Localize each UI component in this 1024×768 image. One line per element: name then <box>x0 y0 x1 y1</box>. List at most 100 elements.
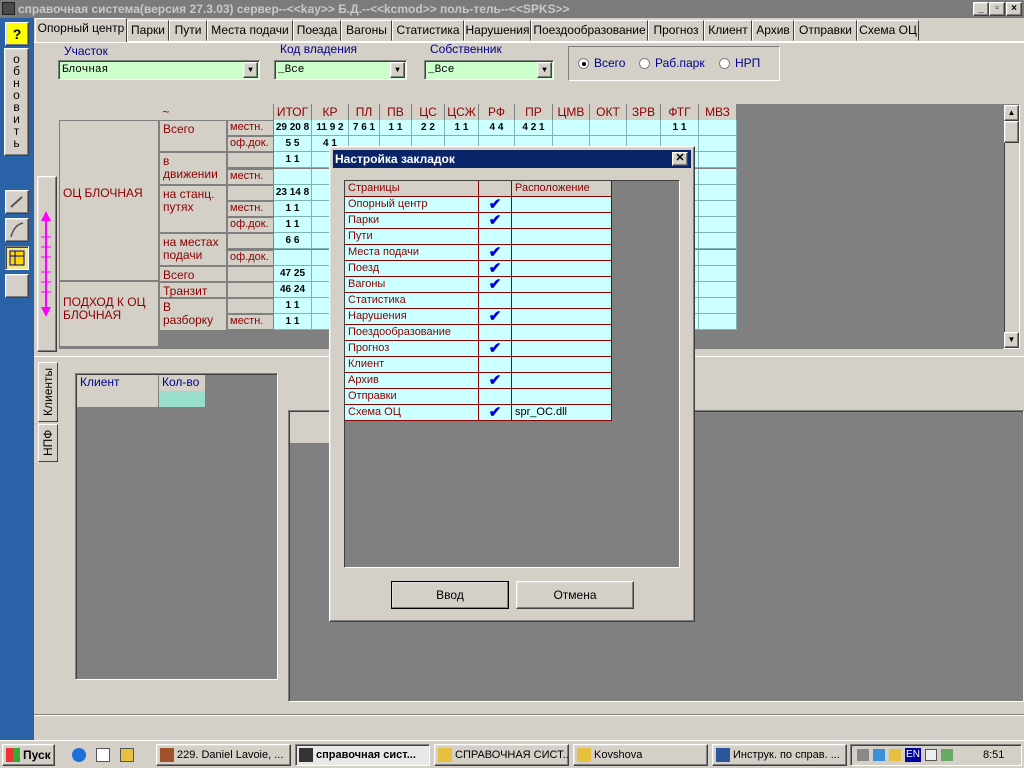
visible-checkbox[interactable]: ✔ <box>479 405 512 421</box>
table-cell[interactable] <box>699 168 737 185</box>
visible-checkbox[interactable]: ✔ <box>479 277 512 293</box>
chevron-down-icon[interactable]: ▼ <box>537 62 552 78</box>
radio-workpark[interactable] <box>639 58 650 69</box>
table-cell[interactable] <box>699 184 737 201</box>
volume-icon[interactable] <box>857 749 869 761</box>
language-indicator[interactable]: EN <box>905 748 921 762</box>
tab-otpravki[interactable]: Отправки <box>794 20 857 41</box>
tab-opornyi-centr[interactable]: Опорный центр <box>35 18 127 42</box>
vertical-splitter-handle[interactable] <box>37 176 57 352</box>
tab-setting-row[interactable]: Опорный центр ✔ <box>345 197 612 213</box>
visible-checkbox[interactable]: ✔ <box>479 213 512 229</box>
chevron-down-icon[interactable]: ▼ <box>243 62 258 78</box>
taskbar-item-media[interactable]: 229. Daniel Lavoie, ... <box>156 744 291 766</box>
table-cell[interactable]: 1 1 <box>274 152 312 169</box>
ownership-select[interactable]: _Все ▼ <box>274 60 407 80</box>
tab-setting-row[interactable]: Прогноз ✔ <box>345 341 612 357</box>
tray-app-icon[interactable] <box>941 749 953 761</box>
location-cell[interactable] <box>512 197 612 213</box>
location-cell[interactable] <box>512 261 612 277</box>
scroll-thumb[interactable] <box>1004 121 1019 143</box>
table-cell[interactable] <box>274 168 312 185</box>
tab-poezda[interactable]: Поезда <box>293 20 341 41</box>
table-tool-button[interactable] <box>5 246 29 270</box>
tab-klient[interactable]: Клиент <box>704 20 752 41</box>
table-cell[interactable] <box>699 120 737 136</box>
table-cell[interactable]: 29 20 8 <box>274 120 312 136</box>
monitor-icon[interactable] <box>925 749 937 761</box>
radio-nrp[interactable] <box>719 58 730 69</box>
side-tab-npf[interactable]: НПФ <box>38 424 58 462</box>
minimize-button[interactable]: _ <box>973 2 989 16</box>
client-cell[interactable] <box>77 391 159 407</box>
client-column-header[interactable]: Клиент <box>77 375 159 391</box>
visible-checkbox[interactable] <box>479 293 512 309</box>
location-cell[interactable] <box>512 389 612 405</box>
table-cell[interactable]: 1 1 <box>661 120 699 136</box>
table-cell[interactable] <box>553 120 590 136</box>
table-cell[interactable]: 1 1 <box>274 298 312 315</box>
chevron-down-icon[interactable]: ▼ <box>390 62 405 78</box>
ok-button[interactable]: Ввод <box>391 581 509 609</box>
tab-poezdoobrazovanie[interactable]: Поездообразование <box>531 20 648 41</box>
tab-setting-row[interactable]: Схема ОЦ ✔ spr_OC.dll <box>345 405 612 421</box>
visible-checkbox[interactable] <box>479 229 512 245</box>
table-cell[interactable] <box>699 217 737 234</box>
close-button[interactable]: × <box>1006 2 1022 16</box>
location-cell[interactable] <box>512 325 612 341</box>
visible-checkbox[interactable] <box>479 357 512 373</box>
tab-setting-row[interactable]: Поездообразование <box>345 325 612 341</box>
table-cell[interactable] <box>699 249 737 266</box>
pen-tool-button[interactable] <box>5 190 29 214</box>
table-cell[interactable] <box>699 298 737 315</box>
visible-checkbox[interactable]: ✔ <box>479 341 512 357</box>
visible-checkbox[interactable]: ✔ <box>479 261 512 277</box>
location-cell[interactable] <box>512 309 612 325</box>
tab-mesta-podachi[interactable]: Места подачи <box>207 20 293 41</box>
tab-setting-row[interactable]: Статистика <box>345 293 612 309</box>
tab-prognoz[interactable]: Прогноз <box>648 20 704 41</box>
tab-statistika[interactable]: Статистика <box>392 20 464 41</box>
table-cell[interactable] <box>699 282 737 298</box>
location-cell[interactable] <box>512 229 612 245</box>
table-cell[interactable]: 23 14 8 <box>274 184 312 201</box>
table-cell[interactable] <box>699 265 737 282</box>
help-button[interactable]: ? <box>5 22 29 46</box>
location-cell[interactable] <box>512 213 612 229</box>
tray-tool-icon[interactable] <box>889 749 901 761</box>
start-button[interactable]: Пуск <box>2 744 55 766</box>
maximize-button[interactable]: ▫ <box>989 2 1005 16</box>
network-icon[interactable] <box>873 749 885 761</box>
table-cell[interactable]: 1 1 <box>274 314 312 331</box>
side-tab-clients[interactable]: Клиенты <box>38 362 58 422</box>
location-cell[interactable] <box>512 357 612 373</box>
table-cell[interactable]: 1 1 <box>445 120 479 136</box>
blank-tool-button[interactable] <box>5 274 29 298</box>
table-cell[interactable]: 7 6 1 <box>349 120 380 136</box>
location-cell[interactable]: spr_OC.dll <box>512 405 612 421</box>
count-column-header[interactable]: Кол-во <box>159 375 205 391</box>
table-cell[interactable]: 47 25 21 <box>274 265 312 294</box>
taskbar-item-app[interactable]: справочная сист... <box>295 744 430 766</box>
tab-setting-row[interactable]: Нарушения ✔ <box>345 309 612 325</box>
tab-puti[interactable]: Пути <box>169 20 207 41</box>
taskbar-item-folder[interactable]: СПРАВОЧНАЯ СИСТ... <box>434 744 569 766</box>
tab-setting-row[interactable]: Вагоны ✔ <box>345 277 612 293</box>
tab-setting-row[interactable]: Пути <box>345 229 612 245</box>
visible-checkbox[interactable]: ✔ <box>479 245 512 261</box>
tab-parki[interactable]: Парки <box>127 20 169 41</box>
table-cell[interactable]: 4 4 <box>479 120 515 136</box>
taskbar-item-folder2[interactable]: Kovshova <box>573 744 708 766</box>
visible-checkbox[interactable]: ✔ <box>479 373 512 389</box>
visible-checkbox[interactable] <box>479 325 512 341</box>
scroll-up-arrow-icon[interactable]: ▲ <box>1004 105 1019 121</box>
location-cell[interactable] <box>512 245 612 261</box>
count-cell[interactable] <box>159 391 205 407</box>
section-select[interactable]: Блочная ▼ <box>58 60 260 80</box>
table-cell[interactable] <box>627 120 661 136</box>
visible-checkbox[interactable] <box>479 389 512 405</box>
browser-icon[interactable] <box>72 748 86 762</box>
tab-setting-row[interactable]: Отправки <box>345 389 612 405</box>
table-cell[interactable]: 4 2 1 <box>515 120 553 136</box>
grid-vertical-scrollbar[interactable]: ▲ ▼ <box>1003 104 1020 349</box>
